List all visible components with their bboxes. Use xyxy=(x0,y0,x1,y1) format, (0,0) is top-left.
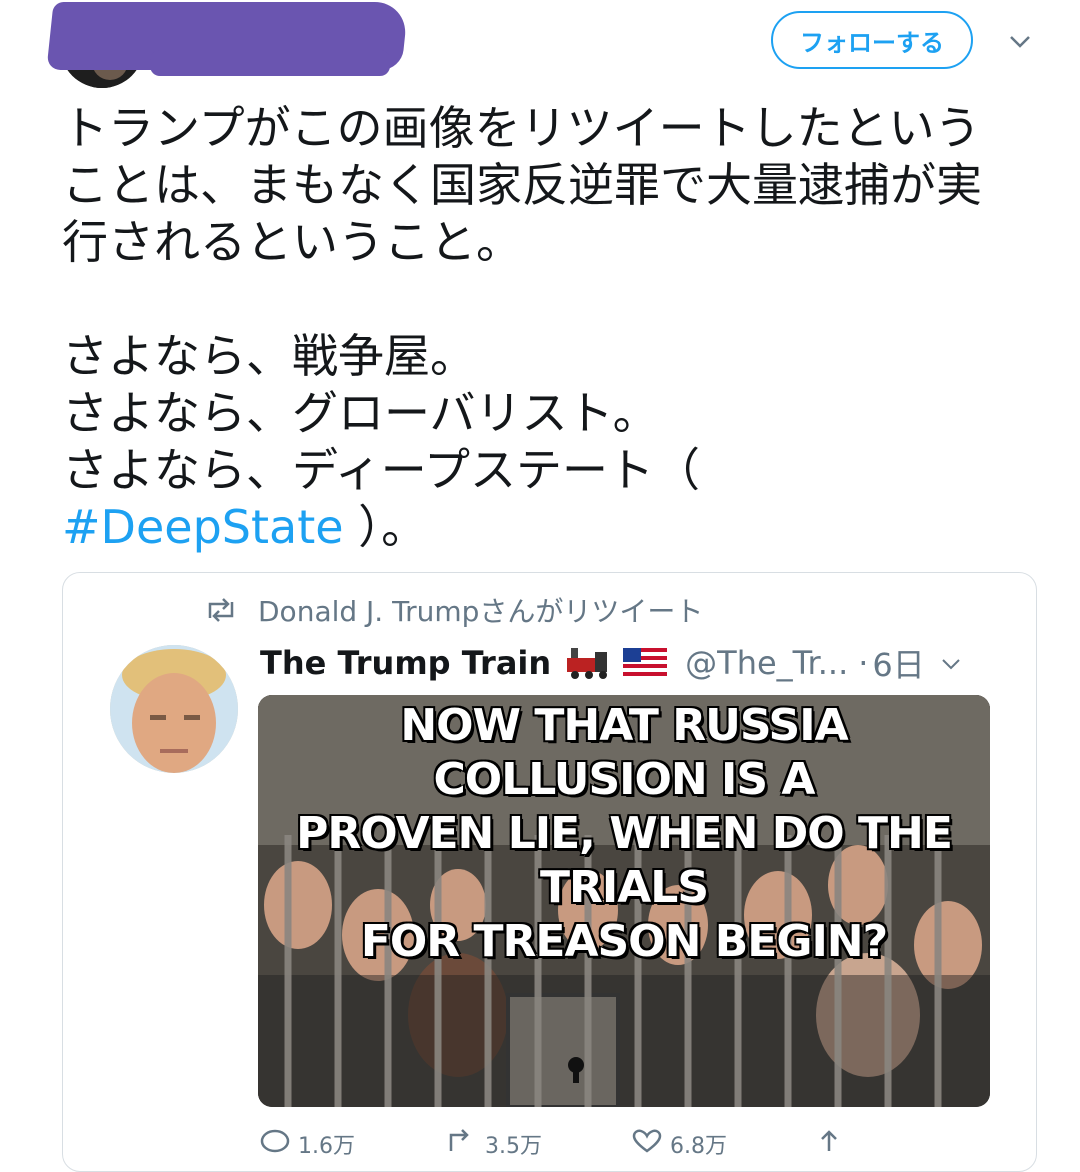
tweet-line: さよなら、グローバリスト。 xyxy=(62,386,659,440)
retweet-button[interactable]: 3.5万 xyxy=(445,1129,542,1159)
like-count: 6.8万 xyxy=(670,1134,727,1159)
separator-dot: · xyxy=(858,644,869,682)
tweet-line: ことは、まもなく国家反逆罪で大量逮捕が実 xyxy=(62,158,982,212)
follow-button-label: フォローする xyxy=(800,28,944,57)
retweet-count: 3.5万 xyxy=(485,1134,542,1159)
tweet-text: トランプがこの画像をリツイートしたという ことは、まもなく国家反逆罪で大量逮捕が… xyxy=(62,100,1022,556)
train-icon xyxy=(565,646,611,680)
quoted-tweet-header: The Trump Train @The_Tr... · 6日 xyxy=(260,640,961,686)
heart-icon xyxy=(632,1129,662,1159)
tweet-actions: 1.6万 3.5万 6.8万 xyxy=(260,1129,939,1159)
share-icon xyxy=(817,1129,841,1159)
like-button[interactable]: 6.8万 xyxy=(632,1129,727,1159)
us-flag-icon xyxy=(623,648,668,678)
redaction-mark xyxy=(150,50,390,76)
reply-count: 1.6万 xyxy=(298,1134,355,1159)
tweet-line-end: ）。 xyxy=(358,500,428,554)
chevron-down-icon[interactable] xyxy=(941,651,961,676)
retweet-icon xyxy=(204,598,242,622)
quoted-author-handle[interactable]: @The_Tr... xyxy=(685,644,848,682)
tweet-line: さよなら、戦争屋。 xyxy=(62,329,476,383)
tweet-line: #DeepState ）。 xyxy=(62,499,1022,556)
chevron-down-icon[interactable] xyxy=(1004,26,1036,58)
hashtag-link[interactable]: #DeepState xyxy=(62,500,344,554)
quoted-tweet-time[interactable]: 6日 xyxy=(872,640,924,686)
share-button[interactable] xyxy=(817,1130,849,1154)
reply-icon xyxy=(260,1129,290,1159)
meme-image[interactable]: NOW THAT RUSSIA COLLUSION IS A PROVEN LI… xyxy=(258,695,990,1107)
tweet-line: さよなら、ディープステート（ xyxy=(62,443,701,497)
reply-button[interactable]: 1.6万 xyxy=(260,1129,355,1159)
quoted-author-avatar[interactable] xyxy=(110,645,238,773)
meme-caption-line: PROVEN LIE, WHEN DO THE TRIALS xyxy=(296,808,953,913)
meme-caption-line: NOW THAT RUSSIA COLLUSION IS A xyxy=(400,700,848,805)
retweet-context: Donald J. Trumpさんがリツイート xyxy=(204,590,703,630)
meme-caption: NOW THAT RUSSIA COLLUSION IS A PROVEN LI… xyxy=(258,699,990,969)
meme-caption-line: FOR TREASON BEGIN? xyxy=(360,916,888,967)
follow-button[interactable]: フォローする xyxy=(771,11,973,69)
tweet-line: 行されるということ。 xyxy=(62,215,522,269)
quoted-author-name[interactable]: The Trump Train xyxy=(260,644,551,682)
retweet-icon xyxy=(445,1129,477,1159)
tweet-line: トランプがこの画像をリツイートしたという xyxy=(62,101,981,155)
retweet-by-label: Donald J. Trumpさんがリツイート xyxy=(258,595,704,628)
